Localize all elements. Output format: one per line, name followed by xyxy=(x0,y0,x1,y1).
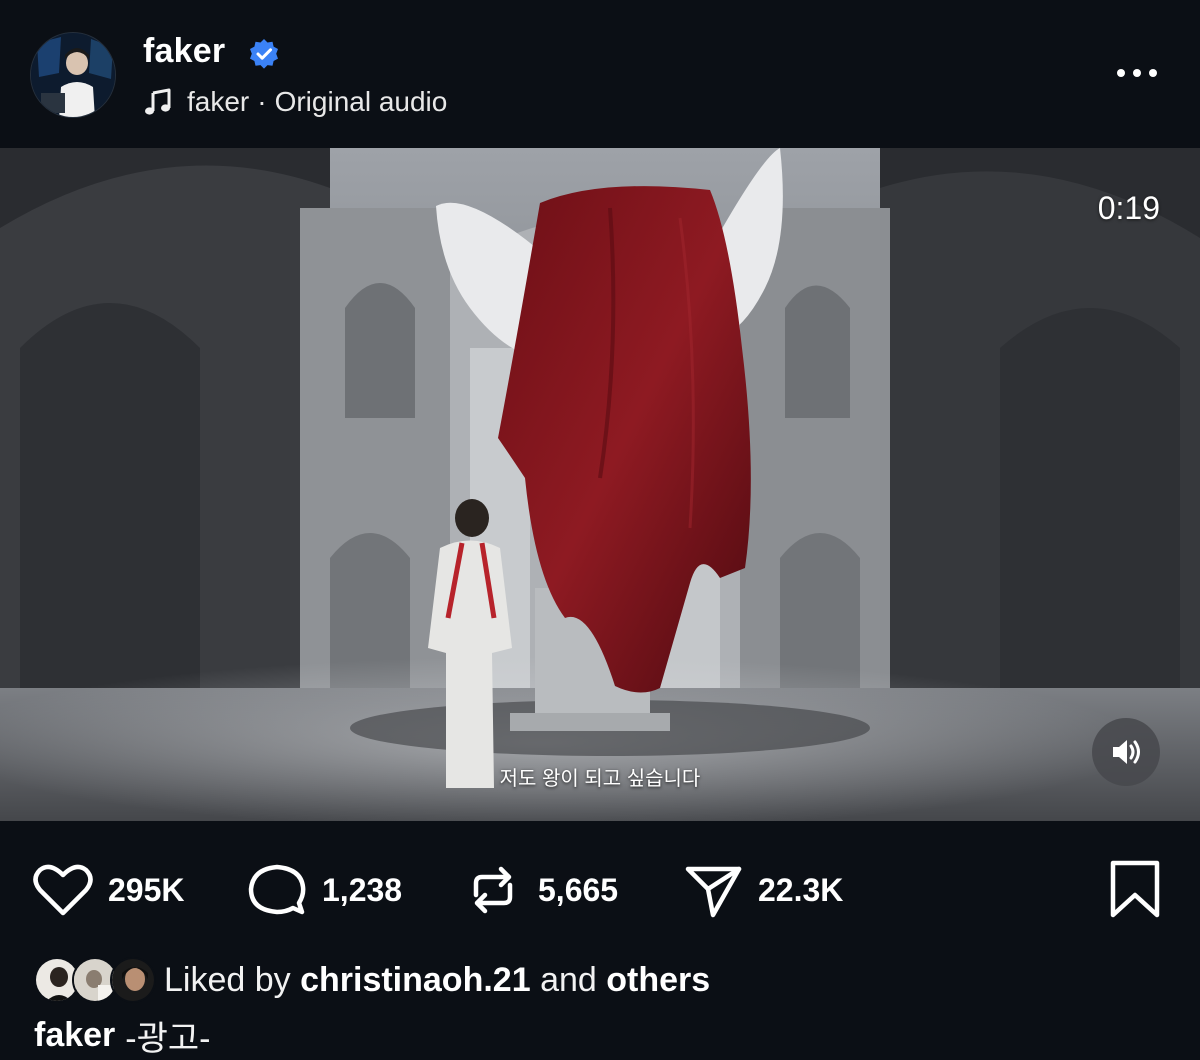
caption-username[interactable]: faker xyxy=(34,1016,115,1055)
bookmark-icon[interactable] xyxy=(1104,858,1166,920)
liked-by-others[interactable]: others xyxy=(606,961,710,999)
heart-icon xyxy=(33,864,93,916)
video-subtitle: 저도 왕이 되고 싶습니다 xyxy=(499,768,701,790)
more-options-icon[interactable] xyxy=(1112,58,1162,88)
music-note-icon xyxy=(145,88,171,115)
like-count: 295K xyxy=(108,871,185,908)
liker-avatar xyxy=(110,957,156,1003)
audio-separator: · xyxy=(257,86,267,117)
profile-avatar[interactable] xyxy=(30,32,116,118)
like-button[interactable]: 295K xyxy=(32,862,185,918)
verified-badge-icon xyxy=(250,39,278,69)
repost-icon xyxy=(473,866,513,914)
post-view: faker faker · Original audio 0:19 저도 왕이 … xyxy=(0,0,1200,1060)
send-icon xyxy=(685,866,742,918)
comment-button[interactable]: 1,238 xyxy=(246,862,402,918)
liker-avatars xyxy=(34,954,156,1006)
video-duration: 0:19 xyxy=(1097,190,1160,226)
audio-title: Original audio xyxy=(274,86,448,117)
mute-toggle-button[interactable] xyxy=(1092,718,1160,786)
liked-by-joiner: and xyxy=(540,960,597,999)
share-button[interactable]: 22.3K xyxy=(682,862,843,918)
video-frame xyxy=(0,148,1200,821)
speaker-icon xyxy=(1113,740,1140,764)
caption-text: -광고- xyxy=(125,1019,211,1058)
audio-author: faker xyxy=(187,86,250,117)
post-username[interactable]: faker xyxy=(143,32,225,71)
action-bar: 295K 1,238 5,665 22.3K xyxy=(0,848,1200,932)
liked-by-user[interactable]: christinaoh.21 xyxy=(300,961,531,999)
liked-by-prefix: Liked by xyxy=(164,960,291,999)
repost-button[interactable]: 5,665 xyxy=(462,862,618,918)
repost-count: 5,665 xyxy=(538,871,619,908)
video-player[interactable]: 0:19 저도 왕이 되고 싶습니다 xyxy=(0,148,1200,821)
caption: faker -광고- xyxy=(34,1014,211,1058)
share-count: 22.3K xyxy=(758,871,844,908)
liked-by-row[interactable]: Liked by christinaoh.21 and others xyxy=(34,952,710,1008)
comment-bubble-icon xyxy=(248,864,306,915)
post-header: faker faker · Original audio xyxy=(0,0,1200,148)
liked-by-text: Liked by christinaoh.21 and others xyxy=(164,961,710,1000)
audio-attribution[interactable]: faker · Original audio xyxy=(143,84,447,120)
comment-count: 1,238 xyxy=(322,871,403,908)
